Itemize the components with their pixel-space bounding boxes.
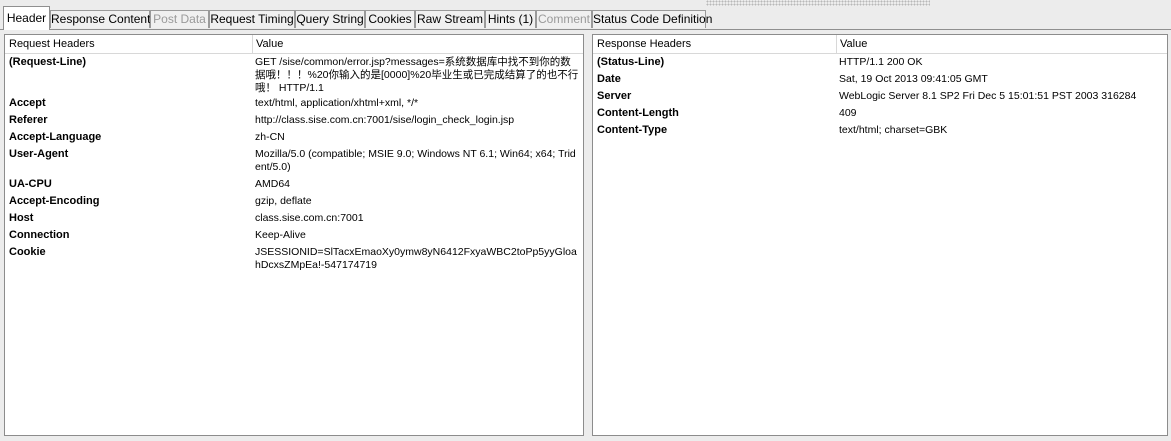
response-header-value: text/html; charset=GBK xyxy=(839,124,948,136)
response-header-row[interactable]: Date Sat, 19 Oct 2013 09:41:05 GMT xyxy=(593,71,1167,88)
request-header-row[interactable]: Connection Keep-Alive xyxy=(5,229,583,246)
response-header-row[interactable]: Server WebLogic Server 8.1 SP2 Fri Dec 5… xyxy=(593,88,1167,105)
request-header-value: JSESSIONID=SlTacxEmaoXy0ymw8yN6412FxyaWB… xyxy=(255,246,577,271)
response-header-name: Date xyxy=(597,73,621,85)
request-header-row[interactable]: Cookie JSESSIONID=SlTacxEmaoXy0ymw8yN641… xyxy=(5,246,583,276)
response-header-value: Sat, 19 Oct 2013 09:41:05 GMT xyxy=(839,73,988,85)
request-header-name: Accept-Language xyxy=(9,131,102,143)
request-header-row[interactable]: User-Agent Mozilla/5.0 (compatible; MSIE… xyxy=(5,148,583,178)
request-header-value: GET /sise/common/error.jsp?messages=系统数据… xyxy=(255,56,579,94)
response-header-row[interactable]: (Status-Line) HTTP/1.1 200 OK xyxy=(593,54,1167,71)
response-value-column-label[interactable]: Value xyxy=(836,35,867,53)
response-headers-list[interactable]: Response Headers Value (Status-Line) HTT… xyxy=(592,34,1168,436)
request-value-column-label[interactable]: Value xyxy=(252,35,283,53)
request-header-name: Cookie xyxy=(9,246,46,258)
response-header-row[interactable]: Content-Type text/html; charset=GBK xyxy=(593,122,1167,139)
tab-bar-grip xyxy=(706,0,930,6)
request-header-name: User-Agent xyxy=(9,148,69,160)
response-header-row[interactable]: Content-Length 409 xyxy=(593,105,1167,122)
response-headers-column-label[interactable]: Response Headers xyxy=(597,35,691,53)
tab-request-timing[interactable]: Request Timing xyxy=(209,10,295,28)
response-header-name: Content-Type xyxy=(597,124,668,136)
request-header-row[interactable]: Accept-Encoding gzip, deflate xyxy=(5,195,583,212)
response-header-value: WebLogic Server 8.1 SP2 Fri Dec 5 15:01:… xyxy=(839,90,1137,102)
request-header-value: gzip, deflate xyxy=(255,195,312,207)
request-header-value: Mozilla/5.0 (compatible; MSIE 9.0; Windo… xyxy=(255,148,576,173)
tab-raw-stream[interactable]: Raw Stream xyxy=(415,10,485,28)
request-header-value: class.sise.com.cn:7001 xyxy=(255,212,364,224)
request-header-value: http://class.sise.com.cn:7001/sise/login… xyxy=(255,114,515,126)
tab-post-data[interactable]: Post Data xyxy=(150,10,209,28)
request-header-row[interactable]: UA-CPU AMD64 xyxy=(5,178,583,195)
tab-comment[interactable]: Comment xyxy=(536,10,592,28)
tab-bar: Header Response Content Post Data Reques… xyxy=(0,0,1171,30)
request-headers-column-label[interactable]: Request Headers xyxy=(9,35,95,53)
request-header-name: Accept xyxy=(9,97,46,109)
tab-cookies[interactable]: Cookies xyxy=(365,10,415,28)
request-header-value: Keep-Alive xyxy=(255,229,306,241)
request-header-value: text/html, application/xhtml+xml, */* xyxy=(255,97,419,109)
response-header-value: 409 xyxy=(839,107,857,119)
response-header-name: Content-Length xyxy=(597,107,679,119)
request-header-name: (Request-Line) xyxy=(9,56,86,68)
request-headers-column-header: Request Headers Value xyxy=(5,35,583,54)
request-header-row[interactable]: Accept-Language zh-CN xyxy=(5,131,583,148)
response-headers-column-header: Response Headers Value xyxy=(593,35,1167,54)
request-header-name: Connection xyxy=(9,229,70,241)
request-header-name: Referer xyxy=(9,114,48,126)
request-header-name: Host xyxy=(9,212,34,224)
response-header-name: Server xyxy=(597,90,632,102)
tab-query-string[interactable]: Query String xyxy=(295,10,365,28)
tab-response-content[interactable]: Response Content xyxy=(50,10,150,28)
request-header-row[interactable]: Accept text/html, application/xhtml+xml,… xyxy=(5,97,583,114)
response-header-name: (Status-Line) xyxy=(597,56,665,68)
request-header-value: AMD64 xyxy=(255,178,291,190)
tab-header[interactable]: Header xyxy=(3,6,50,30)
request-header-name: Accept-Encoding xyxy=(9,195,100,207)
tab-status-code-definition[interactable]: Status Code Definition xyxy=(592,10,712,28)
request-header-value: zh-CN xyxy=(255,131,285,143)
request-header-row[interactable]: Host class.sise.com.cn:7001 xyxy=(5,212,583,229)
request-headers-list[interactable]: Request Headers Value (Request-Line) GET… xyxy=(4,34,584,436)
tab-hints[interactable]: Hints (1) xyxy=(485,10,536,28)
request-header-name: UA-CPU xyxy=(9,178,52,190)
response-header-value: HTTP/1.1 200 OK xyxy=(839,56,923,68)
request-header-row[interactable]: (Request-Line) GET /sise/common/error.js… xyxy=(5,54,583,97)
request-header-row[interactable]: Referer http://class.sise.com.cn:7001/si… xyxy=(5,114,583,131)
